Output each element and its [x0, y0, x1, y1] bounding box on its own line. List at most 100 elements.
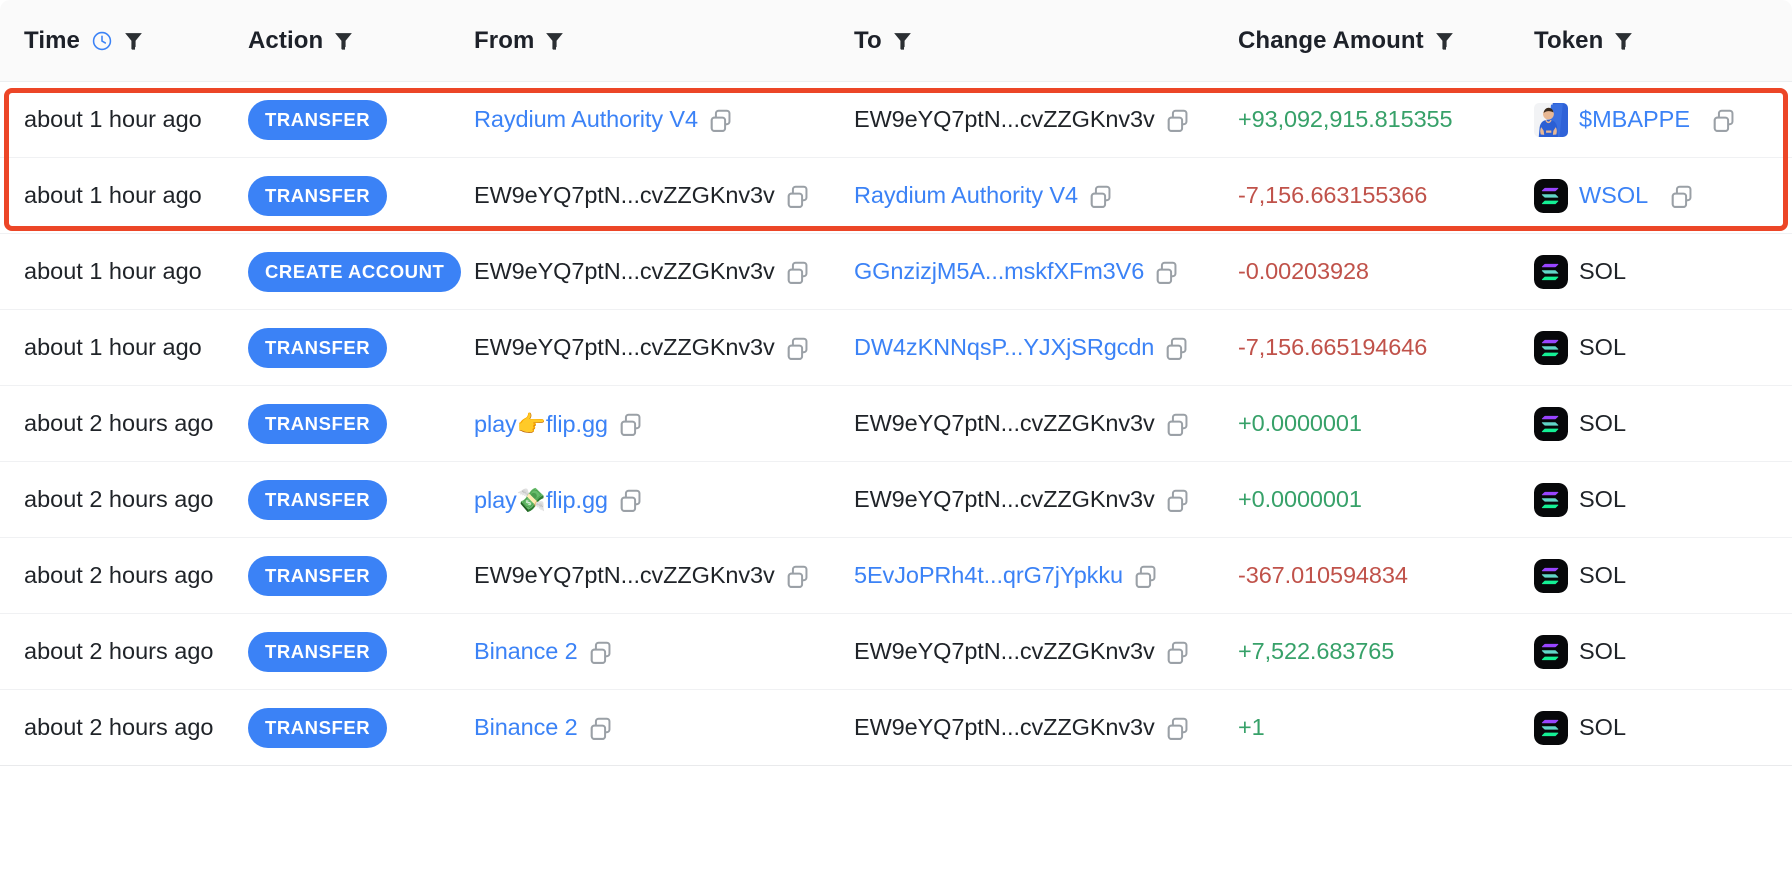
address-link[interactable]: GGnzizjM5A...mskfXFm3V6 — [854, 258, 1144, 285]
table-row[interactable]: about 1 hour ago TRANSFER EW9eYQ7ptN...cvZ… — [0, 158, 1792, 234]
table-row[interactable]: about 2 hours agoTRANSFERplay💸flip.gg EW… — [0, 462, 1792, 538]
filter-icon[interactable] — [1435, 31, 1454, 51]
cell-action: TRANSFER — [248, 614, 474, 689]
action-badge[interactable]: TRANSFER — [248, 404, 387, 444]
copy-icon[interactable] — [775, 562, 810, 589]
filter-icon[interactable] — [545, 31, 564, 51]
copy-icon[interactable] — [608, 410, 643, 437]
time-value: about 1 hour ago — [24, 182, 202, 209]
clock-icon[interactable] — [91, 30, 113, 52]
cell-from: play💸flip.gg — [474, 462, 854, 537]
change-amount-value: +0.0000001 — [1238, 486, 1362, 513]
cell-change-amount: +0.0000001 — [1238, 462, 1534, 537]
action-badge[interactable]: CREATE ACCOUNT — [248, 252, 461, 292]
address-link[interactable]: 5EvJoPRh4t...qrG7jYpkku — [854, 562, 1123, 589]
time-value: about 1 hour ago — [24, 334, 202, 361]
copy-icon[interactable] — [1144, 258, 1179, 285]
address-link[interactable]: DW4zKNNqsP...YJXjSRgcdn — [854, 334, 1154, 361]
column-header-token[interactable]: Token — [1534, 27, 1768, 55]
copy-icon[interactable] — [1155, 486, 1190, 513]
address-link[interactable]: play👉flip.gg — [474, 410, 608, 438]
copy-icon[interactable] — [775, 334, 810, 361]
cell-change-amount: -367.010594834 — [1238, 538, 1534, 613]
address-link[interactable]: play💸flip.gg — [474, 486, 608, 514]
cell-to: DW4zKNNqsP...YJXjSRgcdn — [854, 310, 1238, 385]
cell-token: SOL — [1534, 386, 1768, 461]
address-text: EW9eYQ7ptN...cvZZGKnv3v — [474, 258, 775, 285]
action-badge[interactable]: TRANSFER — [248, 328, 387, 368]
action-badge[interactable]: TRANSFER — [248, 708, 387, 748]
table-row[interactable]: about 2 hours agoTRANSFERBinance 2 EW9eY… — [0, 614, 1792, 690]
copy-icon[interactable] — [578, 714, 613, 741]
copy-icon[interactable] — [1155, 638, 1190, 665]
change-amount-value: +1 — [1238, 714, 1265, 741]
token-symbol-link[interactable]: $MBAPPE — [1579, 106, 1690, 133]
cell-change-amount: -0.00203928 — [1238, 234, 1534, 309]
cell-change-amount: -7,156.663155366 — [1238, 158, 1534, 233]
cell-change-amount: +0.0000001 — [1238, 386, 1534, 461]
address-text: EW9eYQ7ptN...cvZZGKnv3v — [854, 410, 1155, 437]
address-link[interactable]: Binance 2 — [474, 638, 578, 665]
copy-icon[interactable] — [1123, 562, 1158, 589]
time-value: about 2 hours ago — [24, 714, 213, 741]
solana-token-icon — [1534, 407, 1568, 441]
action-badge[interactable]: TRANSFER — [248, 100, 387, 140]
cell-time: about 2 hours ago — [0, 614, 248, 689]
column-header-action[interactable]: Action — [248, 27, 474, 55]
address-text: EW9eYQ7ptN...cvZZGKnv3v — [854, 106, 1155, 133]
time-value: about 1 hour ago — [24, 258, 202, 285]
copy-icon[interactable] — [1701, 106, 1736, 133]
cell-token: SOL — [1534, 690, 1768, 765]
cell-from: EW9eYQ7ptN...cvZZGKnv3v — [474, 158, 854, 233]
copy-icon[interactable] — [1154, 334, 1189, 361]
solana-token-icon — [1534, 711, 1568, 745]
address-text: EW9eYQ7ptN...cvZZGKnv3v — [854, 714, 1155, 741]
address-link[interactable]: Raydium Authority V4 — [474, 106, 698, 133]
column-header-to-label: To — [854, 27, 882, 55]
column-header-to[interactable]: To — [854, 27, 1238, 55]
cell-action: TRANSFER — [248, 310, 474, 385]
copy-icon[interactable] — [1155, 714, 1190, 741]
table-row[interactable]: about 2 hours agoTRANSFEREW9eYQ7ptN...cv… — [0, 538, 1792, 614]
cell-time: about 2 hours ago — [0, 462, 248, 537]
cell-to: 5EvJoPRh4t...qrG7jYpkku — [854, 538, 1238, 613]
copy-icon[interactable] — [1155, 410, 1190, 437]
cell-action: TRANSFER — [248, 158, 474, 233]
solana-token-icon — [1534, 559, 1568, 593]
cell-token: $MBAPPE — [1534, 82, 1768, 157]
filter-icon[interactable] — [124, 31, 143, 51]
copy-icon[interactable] — [775, 258, 810, 285]
copy-icon[interactable] — [1155, 106, 1190, 133]
table-row[interactable]: about 2 hours ago TRANSFER Binance 2 EW9eY… — [0, 690, 1792, 766]
token-symbol-text: SOL — [1579, 410, 1626, 437]
action-badge[interactable]: TRANSFER — [248, 632, 387, 672]
cell-action: TRANSFER — [248, 462, 474, 537]
table-row[interactable]: about 1 hour ago CREATE ACCOUNT EW9eYQ7ptN… — [0, 234, 1792, 310]
table-body: about 1 hour ago TRANSFER Raydium Authorit… — [0, 82, 1792, 766]
table-row[interactable]: about 2 hours agoTRANSFERplay👉flip.gg EW… — [0, 386, 1792, 462]
token-symbol-link[interactable]: WSOL — [1579, 182, 1648, 209]
table-row[interactable]: about 1 hour agoTRANSFEREW9eYQ7ptN...cvZ… — [0, 310, 1792, 386]
copy-icon[interactable] — [578, 638, 613, 665]
filter-icon[interactable] — [1614, 31, 1633, 51]
column-header-time[interactable]: Time — [0, 27, 248, 55]
cell-time: about 1 hour ago — [0, 158, 248, 233]
token-symbol-text: SOL — [1579, 334, 1626, 361]
copy-icon[interactable] — [1078, 182, 1113, 209]
action-badge[interactable]: TRANSFER — [248, 556, 387, 596]
copy-icon[interactable] — [608, 486, 643, 513]
token-symbol-text: SOL — [1579, 258, 1626, 285]
column-header-from[interactable]: From — [474, 27, 854, 55]
column-header-change-amount[interactable]: Change Amount — [1238, 27, 1534, 55]
action-badge[interactable]: TRANSFER — [248, 176, 387, 216]
filter-icon[interactable] — [893, 31, 912, 51]
address-link[interactable]: Raydium Authority V4 — [854, 182, 1078, 209]
address-link[interactable]: Binance 2 — [474, 714, 578, 741]
cell-token: SOL — [1534, 538, 1768, 613]
table-row[interactable]: about 1 hour agoTRANSFERRaydium Authorit… — [0, 82, 1792, 158]
copy-icon[interactable] — [775, 182, 810, 209]
copy-icon[interactable] — [698, 106, 733, 133]
action-badge[interactable]: TRANSFER — [248, 480, 387, 520]
copy-icon[interactable] — [1659, 182, 1694, 209]
filter-icon[interactable] — [334, 31, 353, 51]
